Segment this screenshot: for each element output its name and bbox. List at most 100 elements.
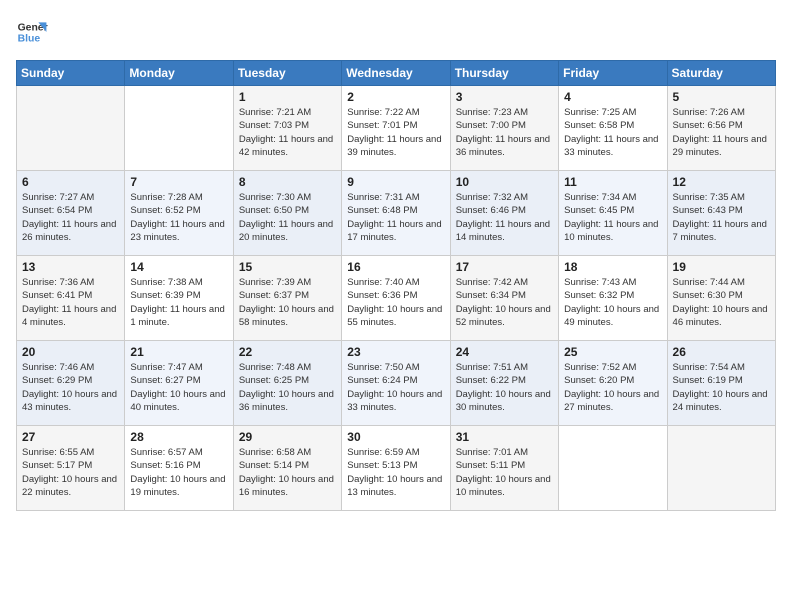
- day-number: 5: [673, 90, 770, 104]
- calendar-cell: 26 Sunrise: 7:54 AM Sunset: 6:19 PM Dayli…: [667, 341, 775, 426]
- calendar-cell: 18Sunrise: 7:43 AM Sunset: 6:32 PM Dayli…: [559, 256, 667, 341]
- calendar-cell: 4 Sunrise: 7:25 AM Sunset: 6:58 PM Daylig…: [559, 86, 667, 171]
- day-info: Sunrise: 7:28 AM Sunset: 6:52 PM Dayligh…: [130, 191, 227, 244]
- logo-icon: General Blue: [16, 16, 48, 48]
- day-info: Sunrise: 7:31 AM Sunset: 6:48 PM Dayligh…: [347, 191, 444, 244]
- day-info: Sunrise: 7:39 AM Sunset: 6:37 PM Dayligh…: [239, 276, 336, 329]
- day-info: Sunrise: 7:34 AM Sunset: 6:45 PM Dayligh…: [564, 191, 661, 244]
- header-cell-sunday: Sunday: [17, 61, 125, 86]
- header-cell-saturday: Saturday: [667, 61, 775, 86]
- day-number: 26: [673, 345, 770, 359]
- day-number: 17: [456, 260, 553, 274]
- calendar-cell: [125, 86, 233, 171]
- day-info: Sunrise: 7:50 AM Sunset: 6:24 PM Dayligh…: [347, 361, 444, 414]
- day-number: 30: [347, 430, 444, 444]
- logo: General Blue: [16, 16, 48, 48]
- day-number: 4: [564, 90, 661, 104]
- day-number: 20: [22, 345, 119, 359]
- calendar-cell: 7 Sunrise: 7:28 AM Sunset: 6:52 PM Daylig…: [125, 171, 233, 256]
- calendar-cell: 5 Sunrise: 7:26 AM Sunset: 6:56 PM Daylig…: [667, 86, 775, 171]
- calendar-cell: 10Sunrise: 7:32 AM Sunset: 6:46 PM Dayli…: [450, 171, 558, 256]
- calendar-cell: 14Sunrise: 7:38 AM Sunset: 6:39 PM Dayli…: [125, 256, 233, 341]
- calendar-cell: 15 Sunrise: 7:39 AM Sunset: 6:37 PM Dayli…: [233, 256, 341, 341]
- calendar-cell: 1 Sunrise: 7:21 AM Sunset: 7:03 PM Daylig…: [233, 86, 341, 171]
- calendar-cell: 2 Sunrise: 7:22 AM Sunset: 7:01 PM Daylig…: [342, 86, 450, 171]
- day-number: 9: [347, 175, 444, 189]
- calendar-cell: 20 Sunrise: 7:46 AM Sunset: 6:29 PM Dayli…: [17, 341, 125, 426]
- day-info: Sunrise: 6:59 AM Sunset: 5:13 PM Dayligh…: [347, 446, 444, 499]
- week-row-3: 13 Sunrise: 7:36 AM Sunset: 6:41 PM Dayli…: [17, 256, 776, 341]
- day-info: Sunrise: 7:43 AM Sunset: 6:32 PM Dayligh…: [564, 276, 661, 329]
- day-number: 10: [456, 175, 553, 189]
- calendar-cell: 27 Sunrise: 6:55 AM Sunset: 5:17 PM Dayli…: [17, 426, 125, 511]
- week-row-1: 1 Sunrise: 7:21 AM Sunset: 7:03 PM Daylig…: [17, 86, 776, 171]
- day-number: 11: [564, 175, 661, 189]
- svg-text:Blue: Blue: [18, 34, 41, 45]
- day-number: 3: [456, 90, 553, 104]
- page-header: General Blue: [16, 16, 776, 48]
- calendar-cell: [559, 426, 667, 511]
- header-cell-wednesday: Wednesday: [342, 61, 450, 86]
- day-info: Sunrise: 7:44 AM Sunset: 6:30 PM Dayligh…: [673, 276, 770, 329]
- day-number: 7: [130, 175, 227, 189]
- day-info: Sunrise: 7:51 AM Sunset: 6:22 PM Dayligh…: [456, 361, 553, 414]
- day-number: 16: [347, 260, 444, 274]
- calendar-cell: 13 Sunrise: 7:36 AM Sunset: 6:41 PM Dayli…: [17, 256, 125, 341]
- day-number: 1: [239, 90, 336, 104]
- calendar-cell: 25Sunrise: 7:52 AM Sunset: 6:20 PM Dayli…: [559, 341, 667, 426]
- calendar-cell: 22 Sunrise: 7:48 AM Sunset: 6:25 PM Dayli…: [233, 341, 341, 426]
- day-number: 23: [347, 345, 444, 359]
- day-info: Sunrise: 6:57 AM Sunset: 5:16 PM Dayligh…: [130, 446, 227, 499]
- header-cell-friday: Friday: [559, 61, 667, 86]
- day-info: Sunrise: 7:21 AM Sunset: 7:03 PM Dayligh…: [239, 106, 336, 159]
- calendar-cell: 8 Sunrise: 7:30 AM Sunset: 6:50 PM Daylig…: [233, 171, 341, 256]
- day-number: 13: [22, 260, 119, 274]
- day-info: Sunrise: 7:46 AM Sunset: 6:29 PM Dayligh…: [22, 361, 119, 414]
- calendar-cell: 29 Sunrise: 6:58 AM Sunset: 5:14 PM Dayli…: [233, 426, 341, 511]
- day-number: 28: [130, 430, 227, 444]
- header-cell-monday: Monday: [125, 61, 233, 86]
- day-info: Sunrise: 7:48 AM Sunset: 6:25 PM Dayligh…: [239, 361, 336, 414]
- day-info: Sunrise: 7:26 AM Sunset: 6:56 PM Dayligh…: [673, 106, 770, 159]
- calendar-cell: 31Sunrise: 7:01 AM Sunset: 5:11 PM Dayli…: [450, 426, 558, 511]
- header-cell-thursday: Thursday: [450, 61, 558, 86]
- calendar-cell: 24 Sunrise: 7:51 AM Sunset: 6:22 PM Dayli…: [450, 341, 558, 426]
- day-number: 22: [239, 345, 336, 359]
- calendar-cell: 6Sunrise: 7:27 AM Sunset: 6:54 PM Daylig…: [17, 171, 125, 256]
- calendar-cell: 3Sunrise: 7:23 AM Sunset: 7:00 PM Daylig…: [450, 86, 558, 171]
- day-number: 12: [673, 175, 770, 189]
- calendar-cell: [17, 86, 125, 171]
- day-number: 27: [22, 430, 119, 444]
- calendar-cell: 11 Sunrise: 7:34 AM Sunset: 6:45 PM Dayli…: [559, 171, 667, 256]
- day-info: Sunrise: 6:55 AM Sunset: 5:17 PM Dayligh…: [22, 446, 119, 499]
- day-number: 2: [347, 90, 444, 104]
- day-info: Sunrise: 7:25 AM Sunset: 6:58 PM Dayligh…: [564, 106, 661, 159]
- calendar-cell: 28 Sunrise: 6:57 AM Sunset: 5:16 PM Dayli…: [125, 426, 233, 511]
- calendar-cell: [667, 426, 775, 511]
- calendar-cell: 30 Sunrise: 6:59 AM Sunset: 5:13 PM Dayli…: [342, 426, 450, 511]
- day-info: Sunrise: 7:22 AM Sunset: 7:01 PM Dayligh…: [347, 106, 444, 159]
- day-number: 8: [239, 175, 336, 189]
- day-number: 29: [239, 430, 336, 444]
- day-info: Sunrise: 7:47 AM Sunset: 6:27 PM Dayligh…: [130, 361, 227, 414]
- day-number: 15: [239, 260, 336, 274]
- calendar-cell: 12 Sunrise: 7:35 AM Sunset: 6:43 PM Dayli…: [667, 171, 775, 256]
- day-info: Sunrise: 7:36 AM Sunset: 6:41 PM Dayligh…: [22, 276, 119, 329]
- day-info: Sunrise: 6:58 AM Sunset: 5:14 PM Dayligh…: [239, 446, 336, 499]
- calendar-cell: 17 Sunrise: 7:42 AM Sunset: 6:34 PM Dayli…: [450, 256, 558, 341]
- day-number: 19: [673, 260, 770, 274]
- day-info: Sunrise: 7:30 AM Sunset: 6:50 PM Dayligh…: [239, 191, 336, 244]
- day-number: 25: [564, 345, 661, 359]
- calendar-table: SundayMondayTuesdayWednesdayThursdayFrid…: [16, 60, 776, 511]
- day-info: Sunrise: 7:54 AM Sunset: 6:19 PM Dayligh…: [673, 361, 770, 414]
- day-info: Sunrise: 7:35 AM Sunset: 6:43 PM Dayligh…: [673, 191, 770, 244]
- header-row: SundayMondayTuesdayWednesdayThursdayFrid…: [17, 61, 776, 86]
- calendar-cell: 21Sunrise: 7:47 AM Sunset: 6:27 PM Dayli…: [125, 341, 233, 426]
- day-info: Sunrise: 7:42 AM Sunset: 6:34 PM Dayligh…: [456, 276, 553, 329]
- header-cell-tuesday: Tuesday: [233, 61, 341, 86]
- day-number: 24: [456, 345, 553, 359]
- calendar-cell: 16Sunrise: 7:40 AM Sunset: 6:36 PM Dayli…: [342, 256, 450, 341]
- week-row-4: 20 Sunrise: 7:46 AM Sunset: 6:29 PM Dayli…: [17, 341, 776, 426]
- week-row-2: 6Sunrise: 7:27 AM Sunset: 6:54 PM Daylig…: [17, 171, 776, 256]
- day-number: 31: [456, 430, 553, 444]
